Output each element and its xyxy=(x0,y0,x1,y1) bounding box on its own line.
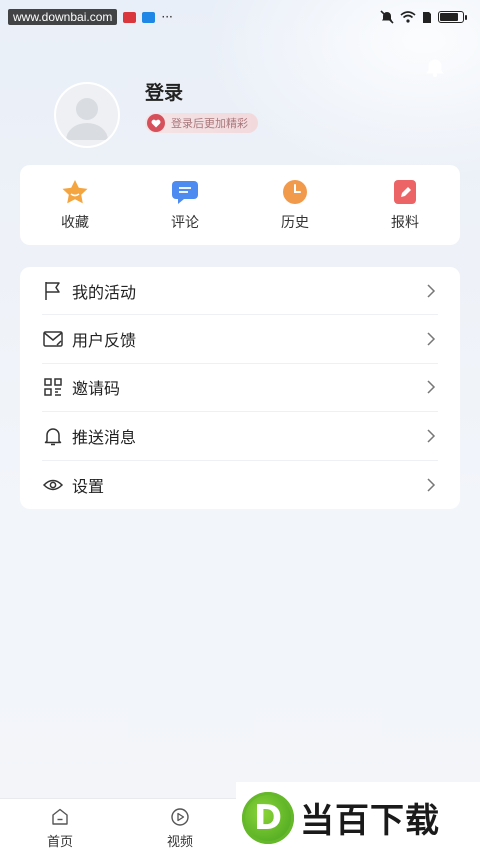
pencil-icon xyxy=(394,179,416,204)
battery-icon xyxy=(438,11,467,23)
watermark: www.downbai.com xyxy=(8,9,118,25)
menu-item-invite-code[interactable]: 邀请码 xyxy=(42,364,438,413)
quick-action-label: 评论 xyxy=(171,214,199,231)
star-icon xyxy=(62,179,88,203)
nav-tab-home[interactable]: 首页 xyxy=(10,803,110,850)
app-notification-icon xyxy=(142,11,156,23)
nav-tab-label: 视频 xyxy=(166,834,193,850)
quick-action-report[interactable]: 报料 xyxy=(365,179,445,232)
menu-item-label: 用户反馈 xyxy=(72,331,137,351)
mute-icon xyxy=(380,10,394,24)
status-bar: www.downbai.com ··· xyxy=(0,0,480,34)
login-hint-text: 登录后更加精彩 xyxy=(171,117,248,130)
menu-item-label: 我的活动 xyxy=(72,282,137,302)
profile-page: www.downbai.com ··· 登录 登录后更加精彩 收藏 评论 历史 … xyxy=(0,0,480,853)
quick-action-favorites[interactable]: 收藏 xyxy=(35,179,115,232)
chevron-right-icon xyxy=(427,332,436,346)
play-icon xyxy=(171,807,189,826)
quick-actions-card: 收藏 评论 历史 报料 xyxy=(20,165,460,245)
bell-icon xyxy=(44,428,62,446)
default-avatar-icon xyxy=(66,98,108,140)
flag-icon xyxy=(45,281,60,300)
login-hint-badge[interactable]: 登录后更加精彩 xyxy=(145,113,258,133)
quick-action-label: 历史 xyxy=(281,214,309,231)
menu-item-label: 推送消息 xyxy=(72,427,137,447)
home-icon xyxy=(52,808,68,825)
menu-item-settings[interactable]: 设置 xyxy=(42,461,438,509)
quick-action-label: 收藏 xyxy=(61,214,89,231)
brand-watermark: D 当百下载 xyxy=(236,782,480,853)
chevron-right-icon xyxy=(427,284,436,298)
more-notifications: ··· xyxy=(161,10,173,24)
menu-item-label: 设置 xyxy=(72,476,105,496)
chevron-right-icon xyxy=(427,429,436,443)
menu-list: 我的活动 用户反馈 邀请码 推送消息 设置 xyxy=(20,267,460,509)
eye-icon xyxy=(42,479,64,490)
comment-icon xyxy=(172,180,198,204)
heart-icon xyxy=(147,114,165,132)
menu-item-activities[interactable]: 我的活动 xyxy=(42,267,438,316)
login-title[interactable]: 登录 xyxy=(145,78,183,105)
nav-tab-label: 首页 xyxy=(46,834,73,850)
quick-action-comments[interactable]: 评论 xyxy=(145,179,225,232)
mail-icon xyxy=(43,331,63,347)
quick-action-label: 报料 xyxy=(391,214,419,231)
quick-action-history[interactable]: 历史 xyxy=(255,179,335,232)
menu-item-label: 邀请码 xyxy=(72,379,121,399)
wifi-icon xyxy=(400,11,416,23)
menu-item-feedback[interactable]: 用户反馈 xyxy=(42,315,438,364)
chevron-right-icon xyxy=(427,380,436,394)
brand-logo: D xyxy=(242,791,294,844)
nav-tab-video[interactable]: 视频 xyxy=(130,803,230,850)
avatar[interactable] xyxy=(56,84,118,146)
clock-icon xyxy=(283,179,307,204)
menu-item-push-messages[interactable]: 推送消息 xyxy=(42,412,438,461)
grid-icon xyxy=(44,378,62,397)
brand-name: 当百下载 xyxy=(300,801,440,841)
chevron-right-icon xyxy=(427,478,436,492)
sim-icon xyxy=(423,11,431,23)
notification-bell-icon[interactable] xyxy=(424,56,446,78)
app-notification-icon xyxy=(123,11,137,23)
